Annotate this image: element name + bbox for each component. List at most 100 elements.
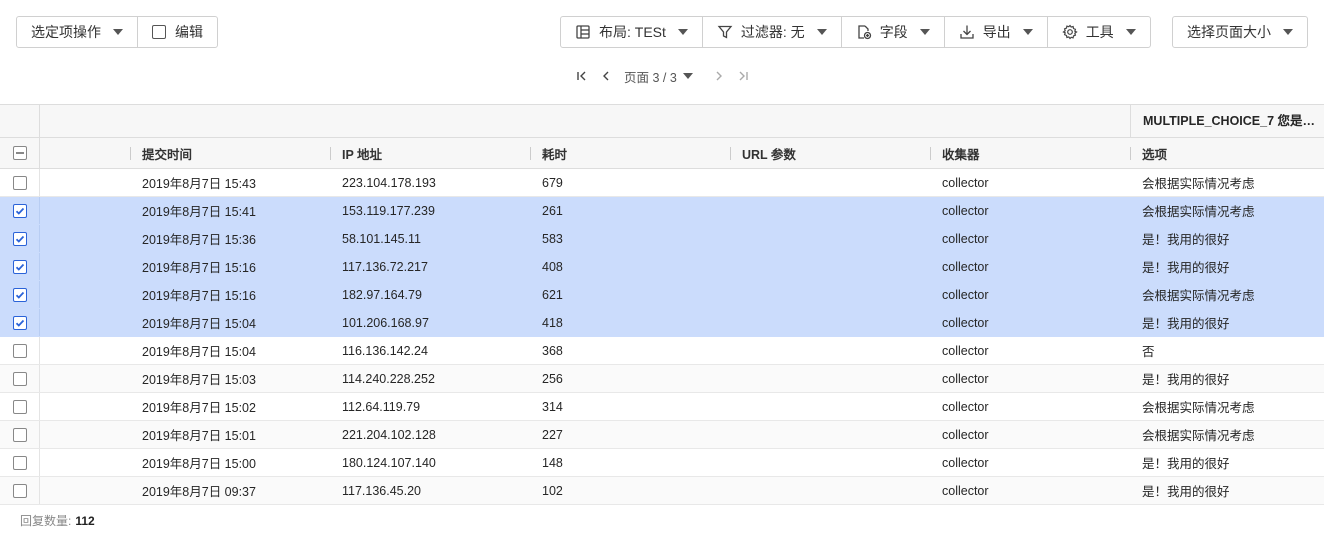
- edit-button[interactable]: 编辑: [138, 17, 217, 47]
- page-select[interactable]: 页面 3 / 3: [624, 67, 693, 86]
- row-blank: [40, 225, 130, 252]
- layout-label: 布局: TESt: [599, 24, 666, 40]
- row-checkbox[interactable]: [12, 371, 27, 386]
- table-row[interactable]: 2019年8月7日 15:36 58.101.145.11 583 collector…: [0, 225, 1324, 253]
- cell-option: 是！我用的很好: [1142, 457, 1230, 471]
- cell-option: 是！我用的很好: [1142, 373, 1230, 387]
- header-url[interactable]: URL 参数: [730, 138, 930, 168]
- row-select-cell: [0, 225, 40, 252]
- table-row[interactable]: 2019年8月7日 15:16 117.136.72.217 408 collecto…: [0, 253, 1324, 281]
- table-row[interactable]: 2019年8月7日 15:04 116.136.142.24 368 collecto…: [0, 337, 1324, 365]
- cell-ip: 117.136.72.217: [342, 259, 428, 274]
- table-row[interactable]: 2019年8月7日 15:04 101.206.168.97 418 collecto…: [0, 309, 1324, 337]
- table-header: 提交时间 IP 地址 耗时 URL 参数 收集器 选项: [0, 138, 1324, 169]
- export-label: 导出: [982, 24, 1011, 40]
- row-checkbox[interactable]: [12, 315, 27, 330]
- row-select-cell: [0, 169, 40, 196]
- cell-ip: 114.240.228.252: [342, 371, 435, 386]
- table-body: 2019年8月7日 15:43 223.104.178.193 679 collect…: [0, 169, 1324, 505]
- tools-label: 工具: [1085, 24, 1114, 40]
- row-select-cell: [0, 449, 40, 476]
- cell-time: 2019年8月7日 15:36: [142, 233, 256, 247]
- cell-time: 2019年8月7日 15:02: [142, 401, 256, 415]
- cell-option: 会根据实际情况考虑: [1142, 205, 1255, 219]
- cell-ip: 153.119.177.239: [342, 203, 435, 218]
- cell-duration: 148: [542, 455, 563, 470]
- table-row[interactable]: 2019年8月7日 15:02 112.64.119.79 314 collector…: [0, 393, 1324, 421]
- page-size-toolbar: 选择页面大小: [1172, 16, 1308, 48]
- cell-duration: 227: [542, 427, 563, 442]
- table-row[interactable]: 2019年8月7日 15:00 180.124.107.140 148 collect…: [0, 449, 1324, 477]
- row-checkbox[interactable]: [12, 203, 27, 218]
- cell-duration: 261: [542, 203, 563, 218]
- cell-duration: 368: [542, 343, 563, 358]
- table-row[interactable]: 2019年8月7日 15:16 182.97.164.79 621 collector…: [0, 281, 1324, 309]
- row-checkbox[interactable]: [12, 427, 27, 442]
- chevron-down-icon: [682, 73, 693, 79]
- group-title: MULTIPLE_CHOICE_7 您是否...: [1130, 105, 1324, 137]
- cell-ip: 117.136.45.20: [342, 483, 422, 498]
- last-page-button[interactable]: [731, 70, 755, 82]
- download-icon: [959, 24, 975, 40]
- cell-url: [730, 253, 930, 280]
- first-page-button[interactable]: [570, 70, 594, 82]
- first-page-icon: [577, 71, 586, 81]
- row-checkbox[interactable]: [12, 287, 27, 302]
- cell-url: [730, 365, 930, 392]
- cell-ip: 58.101.145.11: [342, 231, 422, 246]
- header-time[interactable]: 提交时间: [130, 138, 330, 168]
- filter-dropdown[interactable]: 过滤器: 无: [703, 17, 842, 47]
- filter-label: 过滤器: 无: [740, 24, 805, 40]
- filter-icon: [717, 24, 733, 40]
- cell-option: 是！我用的很好: [1142, 317, 1230, 331]
- row-select-cell: [0, 197, 40, 224]
- header-duration[interactable]: 耗时: [530, 138, 730, 168]
- cell-time: 2019年8月7日 15:16: [142, 261, 256, 275]
- row-checkbox[interactable]: [12, 343, 27, 358]
- next-page-button[interactable]: [707, 70, 731, 82]
- response-count-value: 112: [75, 513, 95, 528]
- row-checkbox[interactable]: [12, 399, 27, 414]
- select-all-checkbox[interactable]: [12, 146, 27, 160]
- row-select-cell: [0, 421, 40, 448]
- header-collector[interactable]: 收集器: [930, 138, 1130, 168]
- layout-icon: [575, 24, 591, 40]
- fields-dropdown[interactable]: 字段: [842, 17, 945, 47]
- table-row[interactable]: 2019年8月7日 09:37 117.136.45.20 102 collector…: [0, 477, 1324, 505]
- header-ip[interactable]: IP 地址: [330, 138, 530, 168]
- row-select-cell: [0, 337, 40, 364]
- cell-url: [730, 309, 930, 336]
- cell-url: [730, 449, 930, 476]
- pagination: 页面 3 / 3: [570, 62, 755, 90]
- table-row[interactable]: 2019年8月7日 15:01 221.204.102.128 227 collect…: [0, 421, 1324, 449]
- cell-duration: 408: [542, 259, 563, 274]
- header-option[interactable]: 选项: [1130, 138, 1324, 168]
- row-checkbox[interactable]: [12, 231, 27, 246]
- cell-ip: 101.206.168.97: [342, 315, 429, 330]
- row-blank: [40, 309, 130, 336]
- row-blank: [40, 393, 130, 420]
- page-size-dropdown[interactable]: 选择页面大小: [1173, 17, 1307, 47]
- cell-option: 是！我用的很好: [1142, 233, 1230, 247]
- response-count-label: 回复数量:: [20, 514, 72, 528]
- row-blank: [40, 449, 130, 476]
- cell-collector: collector: [942, 203, 989, 218]
- chevron-down-icon: [677, 29, 688, 35]
- row-checkbox[interactable]: [12, 483, 27, 498]
- row-checkbox[interactable]: [12, 259, 27, 274]
- cell-collector: collector: [942, 231, 989, 246]
- chevron-down-icon: [1125, 29, 1136, 35]
- row-checkbox[interactable]: [12, 175, 27, 190]
- prev-page-button[interactable]: [594, 70, 618, 82]
- layout-dropdown[interactable]: 布局: TESt: [561, 17, 703, 47]
- selection-actions-dropdown[interactable]: 选定项操作: [17, 17, 138, 47]
- row-checkbox[interactable]: [12, 455, 27, 470]
- cell-url: [730, 393, 930, 420]
- table-row[interactable]: 2019年8月7日 15:03 114.240.228.252 256 collect…: [0, 365, 1324, 393]
- table-row[interactable]: 2019年8月7日 15:43 223.104.178.193 679 collect…: [0, 169, 1324, 197]
- checkmark-icon: [15, 291, 24, 299]
- export-dropdown[interactable]: 导出: [945, 17, 1048, 47]
- table-row[interactable]: 2019年8月7日 15:41 153.119.177.239 261 collect…: [0, 197, 1324, 225]
- tools-dropdown[interactable]: 工具: [1048, 17, 1150, 47]
- row-select-cell: [0, 477, 40, 504]
